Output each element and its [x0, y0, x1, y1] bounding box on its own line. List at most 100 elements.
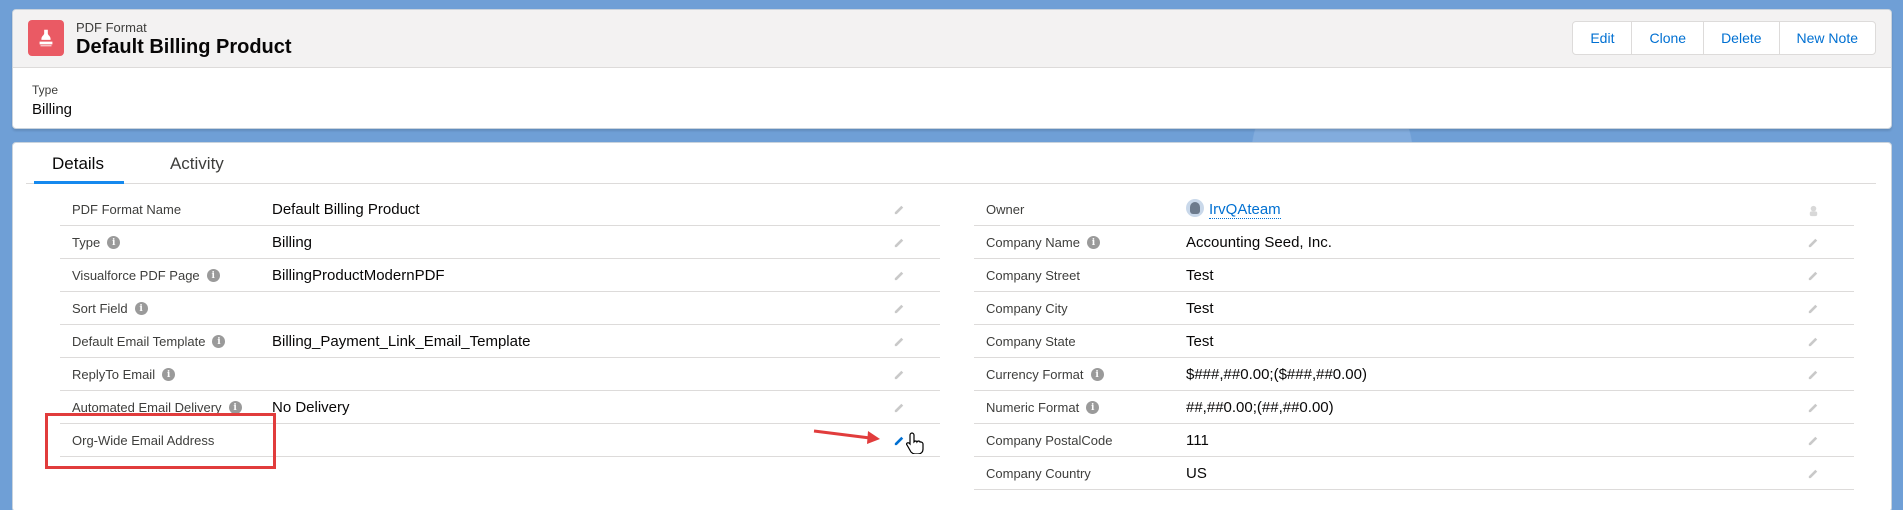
avatar — [1186, 199, 1204, 217]
pencil-edit-icon[interactable] — [892, 202, 906, 216]
pencil-edit-icon[interactable] — [892, 268, 906, 282]
info-icon[interactable]: i — [107, 236, 121, 249]
tab-bar: Details Activity — [26, 143, 1876, 184]
pencil-edit-icon[interactable] — [892, 400, 906, 414]
field-row-numeric-format: Numeric Format i ##,##0.00;(##,##0.00) — [974, 391, 1854, 424]
pencil-edit-icon[interactable] — [892, 334, 906, 348]
field-row-type: Type i Billing — [60, 226, 940, 259]
info-icon[interactable]: i — [162, 368, 176, 381]
field-label-text: Company City — [986, 301, 1068, 316]
field-row-default-email-template: Default Email Template i Billing_Payment_L… — [60, 325, 940, 358]
field-label: Company State — [986, 334, 1076, 349]
field-label-text: Currency Format — [986, 367, 1084, 382]
pencil-edit-icon[interactable] — [892, 367, 906, 381]
details-card: Details Activity PDF Format Name Default … — [12, 142, 1892, 510]
field-label-text: Company PostalCode — [986, 433, 1113, 448]
field-row-automated-email-delivery: Automated Email Delivery i No Delivery — [60, 391, 940, 424]
pencil-edit-icon[interactable] — [1806, 301, 1820, 315]
field-label-text: Visualforce PDF Page — [72, 268, 200, 283]
field-value: 111 — [1186, 432, 1209, 449]
pencil-edit-icon[interactable] — [892, 301, 906, 315]
field-value: Test — [1186, 267, 1214, 284]
field-row-currency-format: Currency Format i $###,##0.00;($###,##0.00… — [974, 358, 1854, 391]
field-label-text: Company Street — [986, 268, 1080, 283]
field-label: Numeric Format i — [986, 400, 1100, 415]
edit-button[interactable]: Edit — [1573, 22, 1633, 54]
field-row-company-country: Company Country US — [974, 457, 1854, 490]
field-label: Automated Email Delivery i — [72, 400, 242, 415]
pencil-edit-icon[interactable] — [1806, 433, 1820, 447]
field-row-company-street: Company Street Test — [974, 259, 1854, 292]
field-label: Owner — [986, 202, 1024, 217]
pencil-edit-icon[interactable] — [1806, 268, 1820, 282]
owner-value: IrvQAteam — [1186, 199, 1281, 219]
info-icon[interactable]: i — [1090, 368, 1104, 381]
object-name: PDF Format — [76, 20, 147, 35]
tab-details[interactable]: Details — [34, 143, 124, 184]
field-label: ReplyTo Email i — [72, 367, 176, 382]
pencil-edit-icon[interactable] — [1806, 466, 1820, 480]
field-label: Org-Wide Email Address — [72, 433, 214, 448]
field-value: US — [1186, 465, 1207, 482]
field-row-pdf-format-name: PDF Format Name Default Billing Product — [60, 193, 940, 226]
field-label-text: PDF Format Name — [72, 202, 182, 217]
field-row-org-wide-email-address: Org-Wide Email Address — [60, 424, 940, 457]
field-label-text: Company State — [986, 334, 1076, 349]
page-title: Default Billing Product — [76, 36, 292, 58]
delete-button[interactable]: Delete — [1704, 22, 1780, 54]
field-label-text: Org-Wide Email Address — [72, 433, 215, 448]
right-field-column: Owner IrvQAteam Company Name i Accounting Se… — [974, 193, 1854, 490]
record-header-top: PDF Format Default Billing Product Edit … — [13, 10, 1891, 68]
field-label: Default Email Template i — [72, 334, 226, 349]
field-row-company-state: Company State Test — [974, 325, 1854, 358]
field-label: Type i — [72, 235, 121, 250]
pencil-edit-icon[interactable] — [1806, 367, 1820, 381]
info-icon[interactable]: i — [212, 335, 226, 348]
highlight-type-value: Billing — [32, 101, 73, 118]
field-label: Company PostalCode — [986, 433, 1112, 448]
owner-link[interactable]: IrvQAteam — [1209, 201, 1281, 219]
change-owner-icon[interactable] — [1806, 203, 1820, 217]
clone-button[interactable]: Clone — [1632, 22, 1705, 54]
field-label-text: Company Country — [986, 466, 1091, 481]
pencil-edit-icon[interactable] — [1806, 400, 1820, 414]
tab-activity[interactable]: Activity — [152, 143, 242, 184]
pencil-edit-icon[interactable] — [1806, 235, 1820, 249]
field-label-text: Default Email Template — [72, 334, 206, 349]
field-label: PDF Format Name — [72, 202, 181, 217]
info-icon[interactable]: i — [206, 269, 220, 282]
field-row-company-name: Company Name i Accounting Seed, Inc. — [974, 226, 1854, 259]
field-value: $###,##0.00;($###,##0.00) — [1186, 366, 1367, 383]
field-value: ##,##0.00;(##,##0.00) — [1186, 399, 1334, 416]
field-label: Company Country — [986, 466, 1091, 481]
new-note-button[interactable]: New Note — [1779, 22, 1875, 54]
highlight-type-label: Type — [32, 83, 59, 97]
pencil-edit-icon[interactable] — [892, 235, 906, 249]
field-value: Accounting Seed, Inc. — [1186, 234, 1332, 251]
field-row-sort-field: Sort Field i — [60, 292, 940, 325]
field-label: Company Street — [986, 268, 1080, 283]
action-button-group: Edit Clone Delete New Note — [1572, 21, 1876, 55]
field-label-text: ReplyTo Email — [72, 367, 156, 382]
field-row-replyto-email: ReplyTo Email i — [60, 358, 940, 391]
field-value: No Delivery — [272, 399, 350, 416]
pencil-edit-icon[interactable] — [1806, 334, 1820, 348]
stamp-icon — [28, 20, 64, 56]
field-label-text: Numeric Format — [986, 400, 1080, 415]
field-label-text: Automated Email Delivery — [72, 400, 222, 415]
info-icon[interactable]: i — [228, 401, 242, 414]
pencil-edit-icon[interactable] — [892, 433, 906, 447]
info-icon[interactable]: i — [1086, 236, 1100, 249]
field-label: Visualforce PDF Page i — [72, 268, 220, 283]
field-value: Default Billing Product — [272, 201, 420, 218]
field-row-company-postalcode: Company PostalCode 111 — [974, 424, 1854, 457]
field-value: Test — [1186, 333, 1214, 350]
field-value: Test — [1186, 300, 1214, 317]
field-value: BillingProductModernPDF — [272, 267, 445, 284]
field-value: Billing — [272, 234, 313, 251]
info-icon[interactable]: i — [1086, 401, 1100, 414]
field-label: Company City — [986, 301, 1068, 316]
field-value: Billing_Payment_Link_Email_Template — [272, 333, 531, 350]
info-icon[interactable]: i — [134, 302, 148, 315]
record-header: PDF Format Default Billing Product Edit … — [12, 9, 1892, 129]
